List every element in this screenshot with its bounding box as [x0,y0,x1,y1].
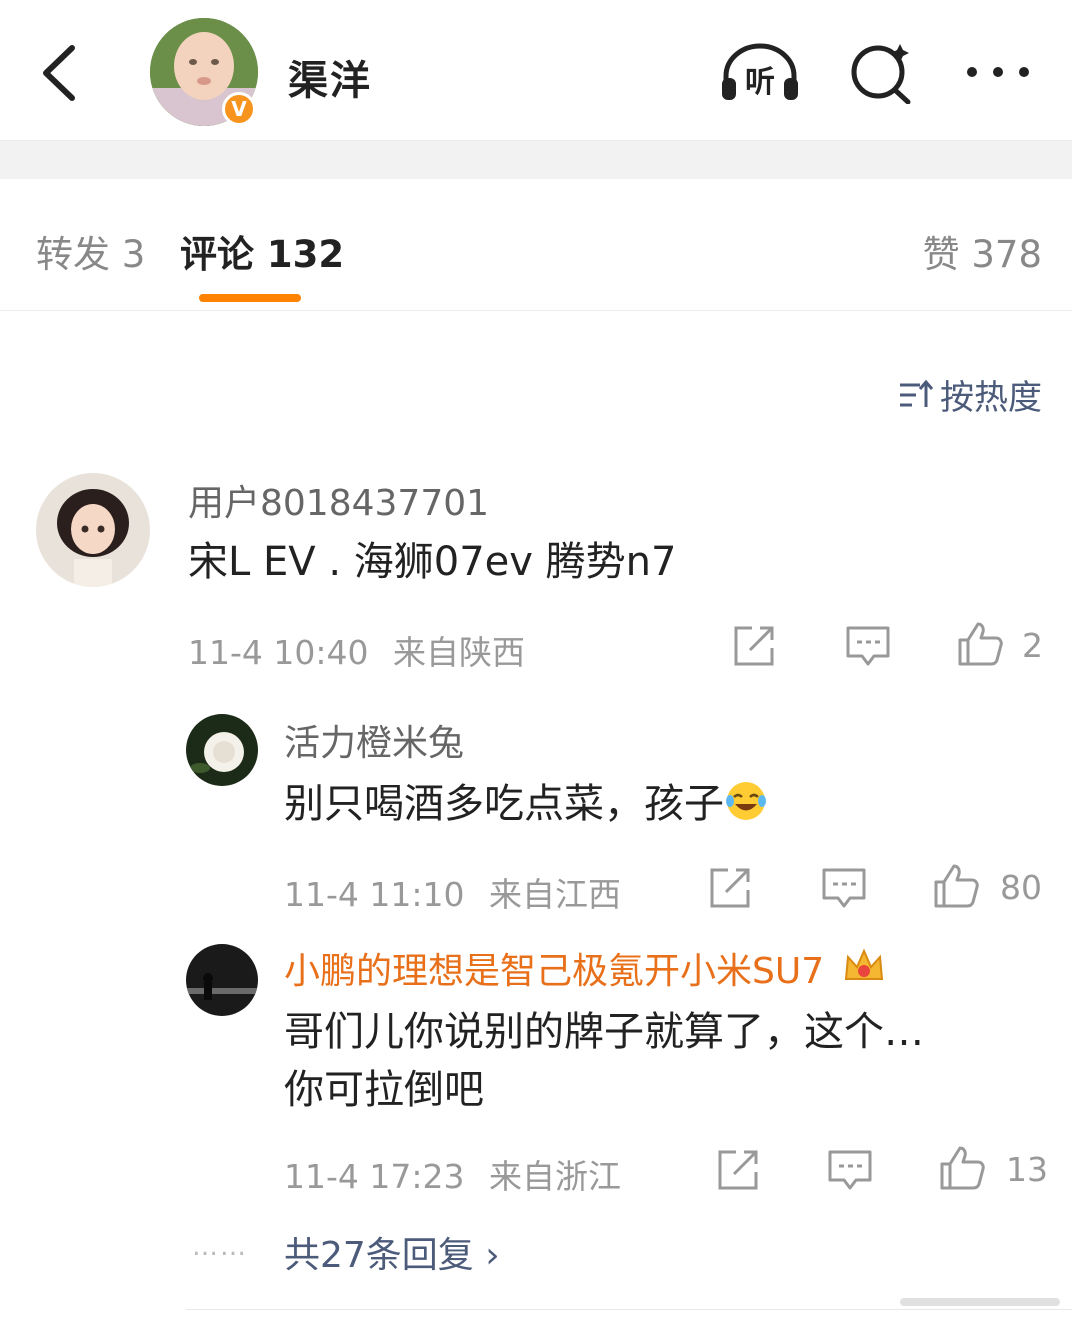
comment-time: 11-4 10:40 来自陕西 [188,626,525,674]
like-count: 80 [1000,868,1042,907]
crown-badge-icon [844,948,883,980]
like-thumb-icon[interactable] [938,1144,986,1192]
like-thumb-icon[interactable] [932,862,980,910]
replier-avatar[interactable] [186,944,258,1016]
verified-badge-icon: V [222,92,256,126]
silhouette-avatar [186,944,258,1016]
laughing-crying-emoji-icon [726,782,766,820]
reply-location: 来自江西 [489,875,621,914]
sort-icon [900,379,934,407]
active-tab-indicator [199,294,301,302]
comment-divider [186,1309,1072,1310]
reply-comment-icon[interactable] [826,1146,874,1194]
reply-comment-icon[interactable] [844,622,892,670]
search-icon[interactable] [846,40,916,104]
reply-location: 来自浙江 [489,1157,621,1196]
more-options-icon[interactable] [962,40,1034,104]
tab-repost[interactable]: 转发 3 [36,224,145,278]
comment-timestamp: 11-4 10:40 [188,633,369,672]
reply-timestamp: 11-4 17:23 [284,1157,465,1196]
white-rose-avatar [186,714,258,786]
cartoon-girl-avatar [36,473,150,587]
commenter-avatar[interactable] [36,473,150,587]
sort-toggle[interactable]: 按热度 [898,370,1042,419]
comment-text: 宋L EV . 海狮07ev 腾势n7 [188,539,677,585]
author-name[interactable]: 渠洋 [288,48,372,106]
listen-headphones-icon[interactable]: 听 [718,40,802,104]
replier-name[interactable]: 小鹏的理想是智己极氪开小米SU7 [284,942,886,994]
reply-text: 别只喝酒多吃点菜，孩子 [284,776,768,832]
comment-location: 来自陕西 [393,633,525,672]
back-arrow-icon[interactable] [34,40,90,106]
reply-text-content: 别只喝酒多吃点菜，孩子 [284,781,724,827]
like-count: 2 [1022,626,1043,665]
reply-comment-icon[interactable] [820,864,868,912]
section-gap [0,141,1072,179]
reply-text-line-2: 你可拉倒吧 [284,1067,484,1113]
share-icon[interactable] [706,864,754,912]
tab-likes[interactable]: 赞 378 [923,224,1042,278]
like-count: 13 [1006,1150,1048,1189]
share-icon[interactable] [730,622,778,670]
reply-time: 11-4 17:23 来自浙江 [284,1150,621,1198]
like-thumb-icon[interactable] [956,620,1004,668]
replier-name-text: 小鹏的理想是智己极氪开小米SU7 [284,951,825,992]
view-all-replies-link[interactable]: 共27条回复 › [284,1226,500,1278]
commenter-name[interactable]: 用户8018437701 [188,474,489,526]
tab-bar: 转发 3 评论 132 赞 378 [0,180,1072,311]
share-icon[interactable] [714,1146,762,1194]
reply-time: 11-4 11:10 来自江西 [284,868,621,916]
reply-timestamp: 11-4 11:10 [284,875,465,914]
listen-label: 听 [745,65,775,100]
top-bar: V 渠洋 听 [0,0,1072,141]
reply-text-line-1: 哥们儿你说别的牌子就算了，这个… [284,1009,924,1055]
tab-comments[interactable]: 评论 132 [180,224,344,278]
thread-dots: …… [192,1232,248,1262]
sort-label: 按热度 [940,378,1042,418]
replier-name[interactable]: 活力橙米兔 [284,714,464,766]
scroll-indicator [900,1298,1060,1306]
replier-avatar[interactable] [186,714,258,786]
